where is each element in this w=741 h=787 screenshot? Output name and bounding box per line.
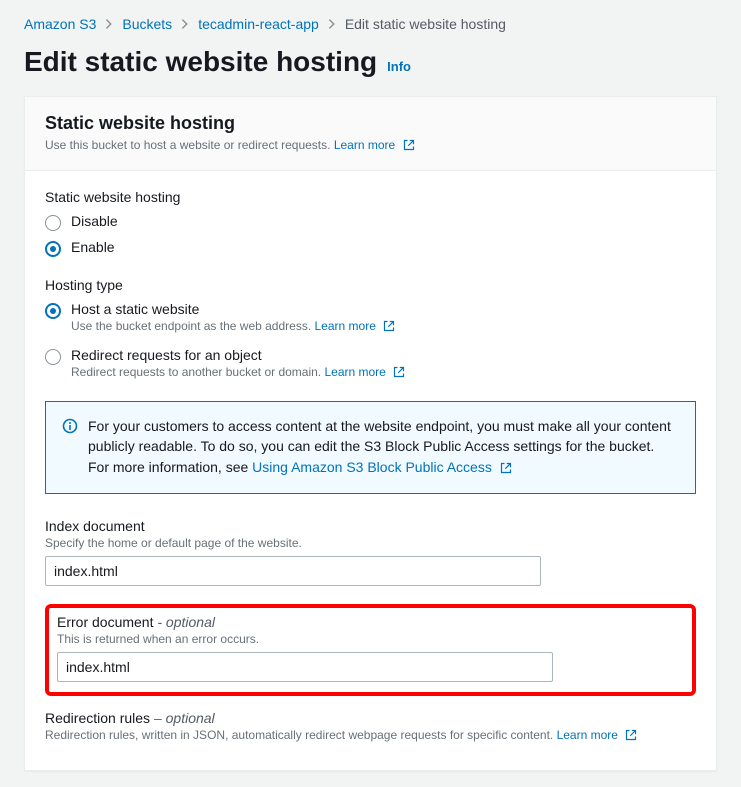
radio-enable[interactable]: Enable bbox=[45, 239, 696, 257]
error-document-highlight: Error document - optional This is return… bbox=[45, 604, 696, 696]
chevron-right-icon bbox=[102, 17, 116, 31]
index-document-group: Index document Specify the home or defau… bbox=[45, 518, 541, 586]
redirection-rules-hint-row: Redirection rules, written in JSON, auto… bbox=[45, 728, 696, 744]
radio-redirect-desc: Redirect requests to another bucket or d… bbox=[71, 365, 405, 381]
radio-disable[interactable]: Disable bbox=[45, 213, 696, 231]
hosting-type-label: Hosting type bbox=[45, 277, 696, 293]
radio-redirect-label: Redirect requests for an object bbox=[71, 347, 405, 363]
radio-redirect[interactable]: Redirect requests for an object Redirect… bbox=[45, 347, 696, 381]
external-link-icon bbox=[625, 729, 637, 744]
error-document-hint: This is returned when an error occurs. bbox=[57, 632, 553, 646]
radio-icon bbox=[45, 241, 61, 257]
radio-disable-label: Disable bbox=[71, 213, 118, 229]
breadcrumb-current: Edit static website hosting bbox=[345, 16, 506, 32]
panel-static-website-hosting: Static website hosting Use this bucket t… bbox=[24, 96, 717, 771]
optional-text: – optional bbox=[154, 710, 215, 726]
radio-icon bbox=[45, 215, 61, 231]
learn-more-link[interactable]: Learn more bbox=[334, 138, 415, 152]
hosting-radio-group: Disable Enable bbox=[45, 213, 696, 257]
external-link-icon bbox=[393, 366, 405, 381]
redirection-rules-label: Redirection rules – optional bbox=[45, 710, 696, 726]
public-access-alert: For your customers to access content at … bbox=[45, 401, 696, 494]
radio-host-static[interactable]: Host a static website Use the bucket end… bbox=[45, 301, 696, 335]
panel-title: Static website hosting bbox=[45, 113, 696, 134]
chevron-right-icon bbox=[178, 17, 192, 31]
learn-more-link[interactable]: Learn more bbox=[557, 728, 638, 742]
chevron-right-icon bbox=[325, 17, 339, 31]
redirection-rules-group: Redirection rules – optional Redirection… bbox=[45, 710, 696, 744]
block-public-access-link[interactable]: Using Amazon S3 Block Public Access bbox=[252, 459, 512, 475]
hosting-type-group: Host a static website Use the bucket end… bbox=[45, 301, 696, 381]
panel-header: Static website hosting Use this bucket t… bbox=[25, 97, 716, 171]
breadcrumb-link-bucketname[interactable]: tecadmin-react-app bbox=[198, 16, 319, 32]
external-link-icon bbox=[500, 459, 512, 479]
learn-more-link[interactable]: Learn more bbox=[315, 319, 396, 333]
error-document-group: Error document - optional This is return… bbox=[57, 614, 553, 682]
breadcrumb-link-s3[interactable]: Amazon S3 bbox=[24, 16, 96, 32]
index-document-hint: Specify the home or default page of the … bbox=[45, 536, 541, 550]
learn-more-link[interactable]: Learn more bbox=[324, 365, 405, 379]
page-title: Edit static website hosting bbox=[24, 46, 377, 78]
error-document-label: Error document - optional bbox=[57, 614, 553, 630]
alert-body: For your customers to access content at … bbox=[88, 416, 679, 479]
external-link-icon bbox=[383, 320, 395, 335]
hosting-radio-label: Static website hosting bbox=[45, 189, 696, 205]
breadcrumb-link-buckets[interactable]: Buckets bbox=[122, 16, 172, 32]
external-link-icon bbox=[403, 139, 415, 154]
optional-text: - optional bbox=[157, 614, 215, 630]
info-icon bbox=[62, 418, 78, 479]
breadcrumb: Amazon S3 Buckets tecadmin-react-app Edi… bbox=[24, 16, 717, 32]
radio-enable-label: Enable bbox=[71, 239, 115, 255]
error-document-input[interactable] bbox=[57, 652, 553, 682]
radio-icon bbox=[45, 349, 61, 365]
index-document-input[interactable] bbox=[45, 556, 541, 586]
info-link[interactable]: Info bbox=[387, 59, 411, 74]
radio-host-static-desc: Use the bucket endpoint as the web addre… bbox=[71, 319, 395, 335]
panel-desc: Use this bucket to host a website or red… bbox=[45, 138, 696, 154]
radio-host-static-label: Host a static website bbox=[71, 301, 395, 317]
radio-icon bbox=[45, 303, 61, 319]
index-document-label: Index document bbox=[45, 518, 541, 534]
